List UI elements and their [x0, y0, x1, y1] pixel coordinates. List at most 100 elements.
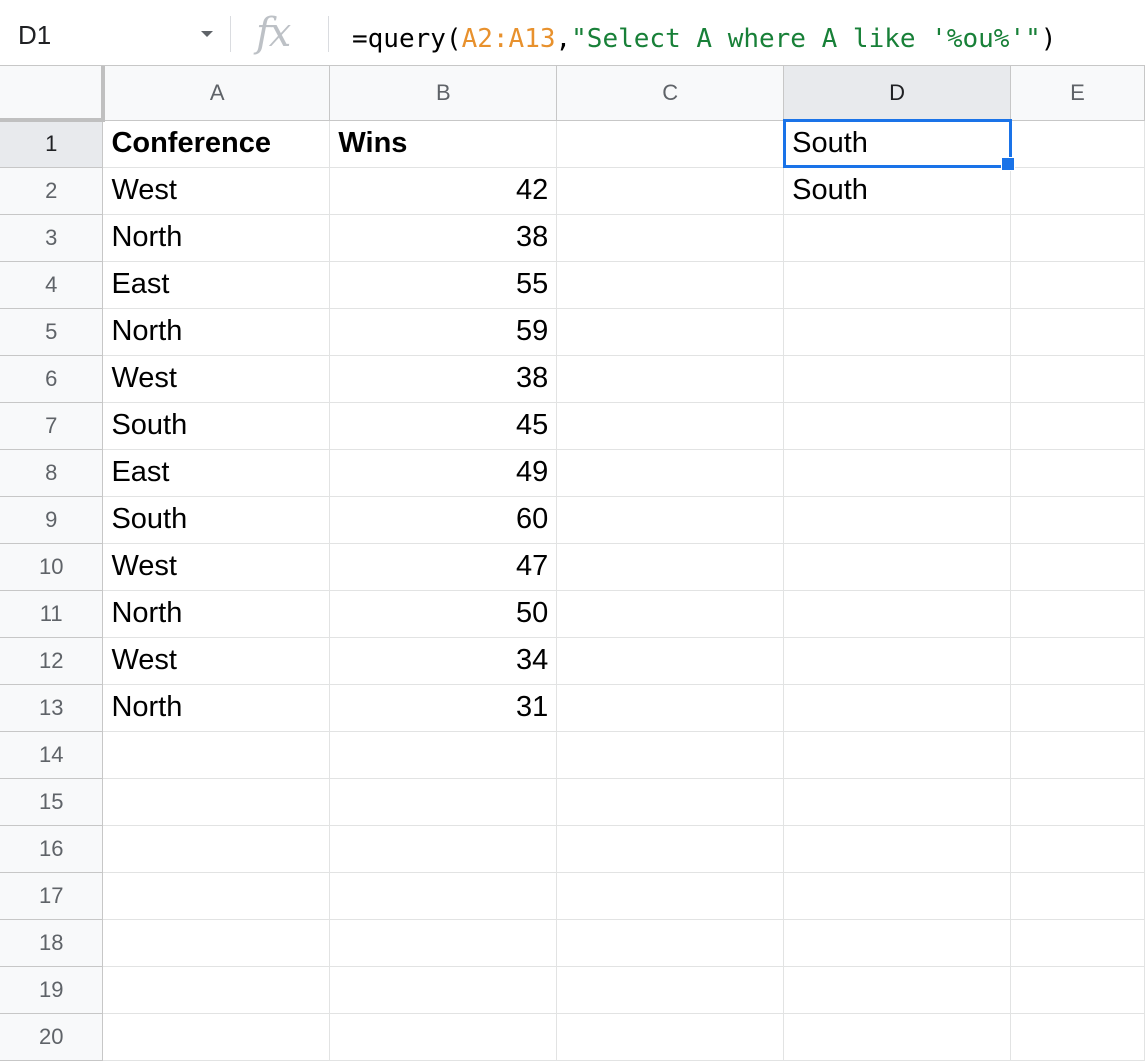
cell-d1[interactable]: South	[782, 119, 1012, 168]
cell-a6[interactable]: West	[102, 355, 331, 403]
row-header[interactable]: 9	[0, 496, 104, 544]
cell-d11[interactable]	[783, 590, 1012, 638]
cell-c2[interactable]	[556, 167, 785, 215]
cell-e13[interactable]	[1010, 684, 1145, 732]
cell-c12[interactable]	[556, 637, 785, 685]
cell-d7[interactable]	[783, 402, 1012, 450]
cell-a5[interactable]: North	[102, 308, 331, 356]
cell-c19[interactable]	[556, 966, 785, 1014]
cell-c3[interactable]	[556, 214, 785, 262]
cell-e17[interactable]	[1010, 872, 1145, 920]
cell-a8[interactable]: East	[102, 449, 331, 497]
cell-e6[interactable]	[1010, 355, 1145, 403]
cell-e20[interactable]	[1010, 1013, 1145, 1061]
cell-c4[interactable]	[556, 261, 785, 309]
cell-b10[interactable]: 47	[329, 543, 558, 591]
row-header[interactable]: 11	[0, 590, 104, 638]
cell-d8[interactable]	[783, 449, 1012, 497]
cell-e1[interactable]	[1010, 120, 1145, 168]
cell-c11[interactable]	[556, 590, 785, 638]
cell-d6[interactable]	[783, 355, 1012, 403]
cell-c17[interactable]	[556, 872, 785, 920]
column-header-a[interactable]: A	[102, 66, 331, 121]
column-header-e[interactable]: E	[1010, 66, 1145, 121]
cell-b7[interactable]: 45	[329, 402, 558, 450]
cell-b17[interactable]	[329, 872, 558, 920]
cell-d4[interactable]	[783, 261, 1012, 309]
row-header[interactable]: 1	[0, 120, 104, 168]
cell-a3[interactable]: North	[102, 214, 331, 262]
row-header[interactable]: 18	[0, 919, 104, 967]
cell-b11[interactable]: 50	[329, 590, 558, 638]
cell-e14[interactable]	[1010, 731, 1145, 779]
row-header[interactable]: 17	[0, 872, 104, 920]
row-header[interactable]: 10	[0, 543, 104, 591]
cell-c1[interactable]	[556, 120, 785, 168]
cell-e7[interactable]	[1010, 402, 1145, 450]
cell-b3[interactable]: 38	[329, 214, 558, 262]
row-header[interactable]: 16	[0, 825, 104, 873]
row-header[interactable]: 20	[0, 1013, 104, 1061]
cell-e16[interactable]	[1010, 825, 1145, 873]
cell-a11[interactable]: North	[102, 590, 331, 638]
cell-a10[interactable]: West	[102, 543, 331, 591]
cell-b18[interactable]	[329, 919, 558, 967]
chevron-down-icon[interactable]	[201, 31, 213, 37]
cell-e11[interactable]	[1010, 590, 1145, 638]
cell-e12[interactable]	[1010, 637, 1145, 685]
cell-a4[interactable]: East	[102, 261, 331, 309]
cell-d12[interactable]	[783, 637, 1012, 685]
column-header-b[interactable]: B	[329, 66, 558, 121]
cell-b5[interactable]: 59	[329, 308, 558, 356]
row-header[interactable]: 3	[0, 214, 104, 262]
cell-d2[interactable]: South	[783, 167, 1012, 215]
cell-e18[interactable]	[1010, 919, 1145, 967]
cell-a15[interactable]	[102, 778, 331, 826]
cell-c6[interactable]	[556, 355, 785, 403]
fill-handle[interactable]	[1001, 157, 1015, 171]
cell-a2[interactable]: West	[102, 167, 331, 215]
cell-a12[interactable]: West	[102, 637, 331, 685]
cell-b4[interactable]: 55	[329, 261, 558, 309]
cell-d17[interactable]	[783, 872, 1012, 920]
column-header-d[interactable]: D	[783, 66, 1012, 121]
cell-e15[interactable]	[1010, 778, 1145, 826]
cell-c7[interactable]	[556, 402, 785, 450]
cell-e3[interactable]	[1010, 214, 1145, 262]
cell-a20[interactable]	[102, 1013, 331, 1061]
cell-d16[interactable]	[783, 825, 1012, 873]
cell-e5[interactable]	[1010, 308, 1145, 356]
cell-b14[interactable]	[329, 731, 558, 779]
cell-a17[interactable]	[102, 872, 331, 920]
cell-c13[interactable]	[556, 684, 785, 732]
row-header[interactable]: 6	[0, 355, 104, 403]
cell-e19[interactable]	[1010, 966, 1145, 1014]
cell-e9[interactable]	[1010, 496, 1145, 544]
cell-b16[interactable]	[329, 825, 558, 873]
cell-b19[interactable]	[329, 966, 558, 1014]
cell-c14[interactable]	[556, 731, 785, 779]
cell-c16[interactable]	[556, 825, 785, 873]
row-header[interactable]: 8	[0, 449, 104, 497]
row-header[interactable]: 2	[0, 167, 104, 215]
cell-b15[interactable]	[329, 778, 558, 826]
cell-d13[interactable]	[783, 684, 1012, 732]
cell-d15[interactable]	[783, 778, 1012, 826]
cell-a1[interactable]: Conference	[102, 120, 331, 168]
cell-e10[interactable]	[1010, 543, 1145, 591]
column-header-c[interactable]: C	[556, 66, 785, 121]
cell-b12[interactable]: 34	[329, 637, 558, 685]
cell-c18[interactable]	[556, 919, 785, 967]
cell-d10[interactable]	[783, 543, 1012, 591]
cell-a13[interactable]: North	[102, 684, 331, 732]
cell-d3[interactable]	[783, 214, 1012, 262]
cell-d5[interactable]	[783, 308, 1012, 356]
cell-a18[interactable]	[102, 919, 331, 967]
cell-c10[interactable]	[556, 543, 785, 591]
cell-a16[interactable]	[102, 825, 331, 873]
row-header[interactable]: 19	[0, 966, 104, 1014]
cell-d19[interactable]	[783, 966, 1012, 1014]
cell-d9[interactable]	[783, 496, 1012, 544]
cell-e8[interactable]	[1010, 449, 1145, 497]
cell-b2[interactable]: 42	[329, 167, 558, 215]
